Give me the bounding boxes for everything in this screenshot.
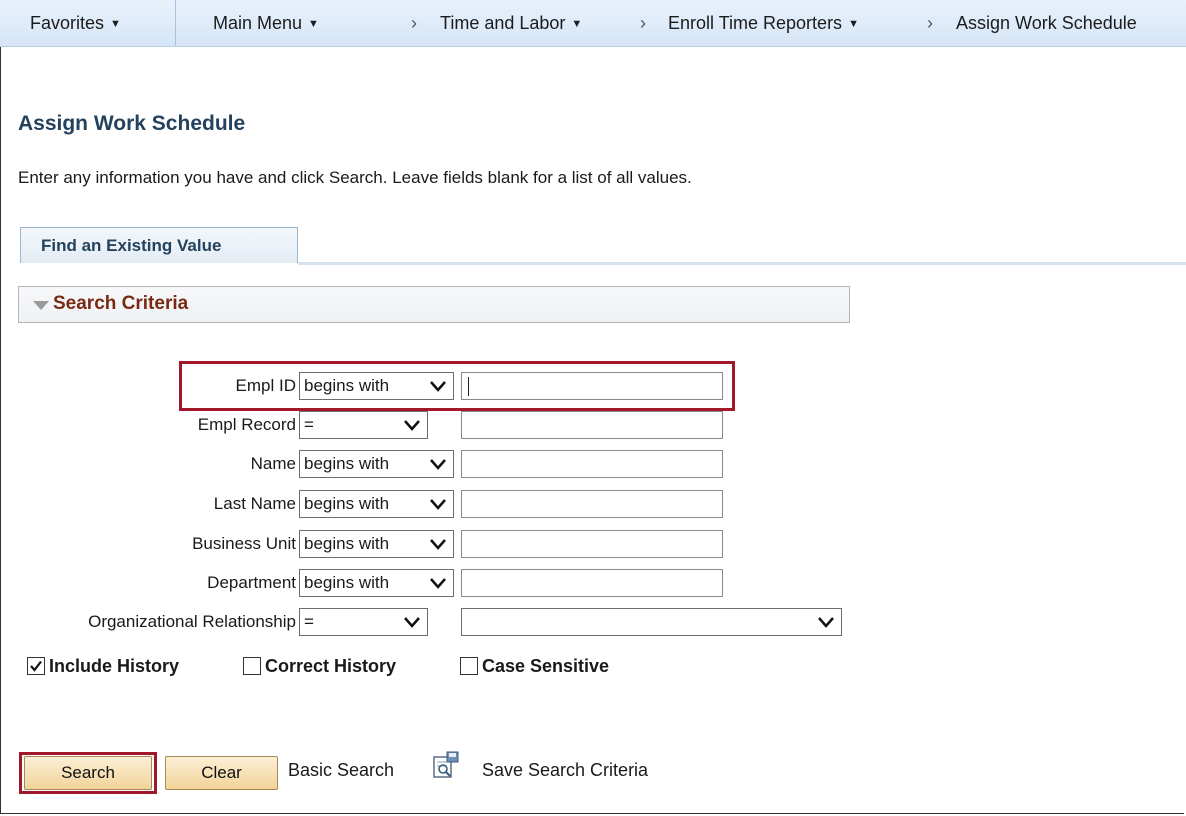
breadcrumb-chevron-icon: ›: [411, 13, 417, 33]
page-title: Assign Work Schedule: [18, 112, 246, 135]
chevron-down-icon: [430, 578, 446, 589]
org-relationship-operator-value: =: [304, 612, 314, 631]
business-unit-label: Business Unit: [192, 534, 296, 553]
department-input[interactable]: [461, 569, 723, 597]
empl-record-label: Empl Record: [197, 415, 296, 434]
department-label: Department: [207, 573, 296, 592]
search-highlight-box: [19, 752, 157, 794]
name-operator-select[interactable]: begins with: [299, 450, 454, 478]
search-criteria-header[interactable]: Search Criteria: [18, 286, 850, 323]
breadcrumb-chevron-icon: ›: [927, 13, 933, 33]
business-unit-operator-value: begins with: [304, 534, 390, 553]
save-search-criteria-link[interactable]: Save Search Criteria: [482, 760, 648, 781]
department-operator-value: begins with: [304, 573, 390, 592]
name-label: Name: [250, 454, 296, 473]
caret-down-icon: ▼: [308, 18, 319, 30]
case-sensitive-label: Case Sensitive: [482, 656, 610, 676]
empl-record-operator-select[interactable]: =: [299, 411, 428, 439]
include-history-checkbox[interactable]: Include History: [27, 653, 179, 679]
main-menu[interactable]: Main Menu ▼: [213, 0, 319, 46]
name-operator-value: begins with: [304, 454, 390, 473]
last-name-operator-select[interactable]: begins with: [299, 490, 454, 518]
breadcrumb-label: Enroll Time Reporters: [668, 13, 843, 33]
collapse-triangle-icon[interactable]: [33, 301, 49, 310]
clear-button[interactable]: Clear: [165, 756, 278, 790]
last-name-label: Last Name: [213, 494, 296, 513]
last-name-input[interactable]: [461, 490, 723, 518]
include-history-label: Include History: [49, 656, 180, 676]
breadcrumb-label: Time and Labor: [440, 13, 566, 33]
favorites-menu[interactable]: Favorites ▼: [30, 0, 121, 46]
empl-record-operator-value: =: [304, 415, 314, 434]
save-search-icon[interactable]: [432, 751, 460, 779]
caret-down-icon: ▼: [848, 18, 859, 30]
checkbox-checked-icon: [27, 657, 45, 675]
chevron-down-icon: [430, 499, 446, 510]
tab-find-existing-value[interactable]: Find an Existing Value: [20, 227, 298, 263]
favorites-label: Favorites: [30, 13, 105, 33]
chevron-down-icon: [404, 617, 420, 628]
nav-divider: [175, 0, 176, 46]
org-relationship-value-select[interactable]: [461, 608, 842, 636]
breadcrumb-assign-work-schedule[interactable]: Assign Work Schedule: [956, 0, 1137, 46]
breadcrumb-time-and-labor[interactable]: Time and Labor ▼: [440, 0, 582, 46]
top-navigation-bar: Favorites ▼ Main Menu ▼ › Time and Labor ▼ …: [0, 0, 1186, 47]
caret-down-icon: ▼: [571, 18, 583, 30]
name-input[interactable]: [461, 450, 723, 478]
instructions-text: Enter any information you have and click…: [18, 168, 692, 187]
tab-underline: [298, 262, 1186, 265]
basic-search-link[interactable]: Basic Search: [288, 760, 394, 781]
chevron-down-icon: [818, 617, 834, 628]
department-operator-select[interactable]: begins with: [299, 569, 454, 597]
search-criteria-title: Search Criteria: [53, 293, 189, 314]
empl-record-input[interactable]: [461, 411, 723, 439]
business-unit-input[interactable]: [461, 530, 723, 558]
checkbox-unchecked-icon: [460, 657, 478, 675]
checkbox-unchecked-icon: [243, 657, 261, 675]
chevron-down-icon: [404, 420, 420, 431]
org-relationship-label: Organizational Relationship: [88, 612, 296, 631]
breadcrumb-chevron-icon: ›: [640, 13, 646, 33]
org-relationship-operator-select[interactable]: =: [299, 608, 428, 636]
chevron-down-icon: [430, 459, 446, 470]
breadcrumb-enroll-time-reporters[interactable]: Enroll Time Reporters ▼: [668, 0, 859, 46]
correct-history-checkbox[interactable]: Correct History: [243, 653, 396, 679]
chevron-down-icon: [430, 539, 446, 550]
last-name-operator-value: begins with: [304, 494, 390, 513]
empl-id-highlight-box: [179, 361, 735, 411]
caret-down-icon: ▼: [110, 18, 121, 30]
breadcrumb-label: Assign Work Schedule: [956, 13, 1137, 33]
main-menu-label: Main Menu: [213, 13, 303, 33]
correct-history-label: Correct History: [265, 656, 397, 676]
case-sensitive-checkbox[interactable]: Case Sensitive: [460, 653, 609, 679]
business-unit-operator-select[interactable]: begins with: [299, 530, 454, 558]
